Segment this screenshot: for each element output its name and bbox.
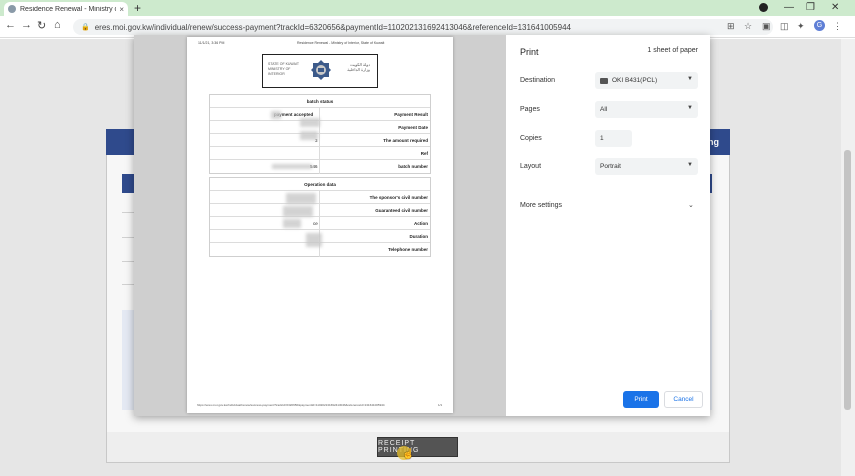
scrollbar-thumb[interactable]: [844, 150, 851, 410]
minimize-button[interactable]: —: [784, 2, 794, 13]
preview-page-number: 1/1: [438, 403, 443, 407]
redacted-value: [286, 193, 316, 204]
batch-status-table: batch status payment accepted Payment Re…: [209, 94, 431, 174]
table-row: Ref: [210, 147, 430, 160]
profile-avatar[interactable]: G: [814, 20, 825, 31]
redacted-value: [283, 206, 313, 217]
table-title-row: batch status: [210, 95, 430, 108]
row-label: Action: [414, 221, 428, 226]
table-row: 546 batch number: [210, 160, 430, 173]
tab-title: Residence Renewal - Ministry of: [20, 5, 117, 13]
redacted-value: [306, 233, 322, 247]
close-window-button[interactable]: ✕: [831, 2, 839, 13]
row-label: Guaranteed civil number: [375, 208, 428, 213]
chevron-down-icon: ▼: [687, 105, 693, 111]
printer-icon: [600, 77, 608, 84]
preview-print-header: Residence Renewal - Ministry of Interior…: [297, 41, 385, 45]
layout-label: Layout: [520, 163, 542, 170]
table-row: Payment Date: [210, 121, 430, 134]
operation-data-title: Operation data: [304, 182, 336, 187]
preview-print-date: 11/1/21, 3:36 PM: [198, 41, 225, 45]
row-label: Telephone number: [388, 247, 428, 252]
destination-label: Destination: [520, 77, 556, 84]
batch-status-title: batch status: [306, 99, 334, 104]
cancel-button[interactable]: Cancel: [664, 391, 703, 408]
action-value: ce: [313, 221, 318, 226]
tab-strip: Residence Renewal - Ministry of × + — ❐ …: [0, 0, 855, 16]
logo-text-english: STATE OF KUWAIT MINISTRY OF INTERIOR: [268, 62, 308, 77]
row-label: batch number: [398, 164, 428, 169]
lock-icon: 🔒: [81, 24, 90, 31]
translate-icon[interactable]: ⊞: [727, 21, 735, 32]
table-row: payment accepted Payment Result: [210, 108, 430, 121]
browser-tab[interactable]: Residence Renewal - Ministry of ×: [4, 2, 128, 16]
table-row: The sponsor's civil number: [210, 191, 430, 204]
chevron-down-icon[interactable]: ⌄: [688, 201, 694, 209]
pages-label: Pages: [520, 106, 540, 113]
menu-kebab-icon[interactable]: ⋮: [833, 21, 842, 32]
back-arrow-icon[interactable]: ←: [5, 19, 16, 31]
redacted-value: [271, 111, 281, 119]
copies-label: Copies: [520, 135, 542, 142]
layout-value: Portrait: [600, 163, 621, 170]
forward-arrow-icon[interactable]: →: [21, 19, 32, 31]
url-text: eres.moi.gov.kw/individual/renew/success…: [94, 22, 571, 32]
puzzle-extensions-icon[interactable]: ✦: [797, 21, 805, 32]
row-label: Payment Date: [398, 125, 428, 130]
table-title-row: Operation data: [210, 178, 430, 191]
destination-select[interactable]: OKI B431(PCL) ▼: [595, 72, 698, 89]
sheet-count: 1 sheet of paper: [647, 47, 698, 54]
redacted-value: [283, 219, 301, 228]
row-label: Ref: [420, 151, 428, 156]
redacted-value: [300, 131, 318, 140]
receipt-printing-button[interactable]: RECEIPT PRINTING: [377, 437, 458, 457]
recording-indicator-icon: [759, 3, 768, 12]
logo-text-arabic: دولة الكويت وزارة الداخلية: [336, 62, 370, 72]
row-label: The sponsor's civil number: [369, 195, 428, 200]
chevron-down-icon: ▼: [687, 162, 693, 168]
table-row: ce Action: [210, 217, 430, 230]
layout-select[interactable]: Portrait ▼: [595, 158, 698, 175]
hand-cursor-icon: ☝: [402, 449, 415, 460]
new-tab-button[interactable]: +: [134, 1, 141, 15]
preview-footer-url: https://eres.moi.gov.kw/individual/renew…: [197, 403, 385, 407]
tab-close-icon[interactable]: ×: [119, 5, 124, 14]
row-label: The amount required: [383, 138, 428, 143]
pages-value: All: [600, 106, 608, 113]
extension-icon[interactable]: ▣: [762, 21, 771, 32]
pages-select[interactable]: All ▼: [595, 101, 698, 118]
print-button[interactable]: Print: [623, 391, 659, 408]
more-settings-toggle[interactable]: More settings: [520, 202, 562, 209]
screenshot-icon[interactable]: ◫: [780, 21, 789, 32]
address-bar[interactable]: 🔒 eres.moi.gov.kw/individual/renew/succe…: [73, 19, 773, 35]
chevron-down-icon: ▼: [687, 76, 693, 82]
redacted-value: [300, 118, 320, 127]
print-title: Print: [520, 47, 539, 57]
logo-ar-line: وزارة الداخلية: [347, 67, 370, 72]
row-label: Payment Result: [394, 112, 428, 117]
print-settings-panel: [506, 35, 710, 416]
home-icon[interactable]: ⌂: [54, 19, 61, 31]
site-favicon-icon: [8, 5, 16, 13]
redacted-value: [272, 164, 312, 169]
table-row: Guaranteed civil number: [210, 204, 430, 217]
table-row: 3 The amount required: [210, 134, 430, 147]
logo-en-line: MINISTRY OF INTERIOR: [268, 67, 291, 76]
reload-icon[interactable]: ↻: [37, 19, 46, 32]
copies-input[interactable]: 1: [595, 130, 632, 147]
bookmark-star-icon[interactable]: ☆: [744, 21, 752, 32]
ministry-seal-icon: [311, 60, 331, 80]
maximize-button[interactable]: ❐: [806, 2, 815, 13]
destination-value: OKI B431(PCL): [612, 77, 658, 84]
row-label: Duration: [409, 234, 429, 239]
